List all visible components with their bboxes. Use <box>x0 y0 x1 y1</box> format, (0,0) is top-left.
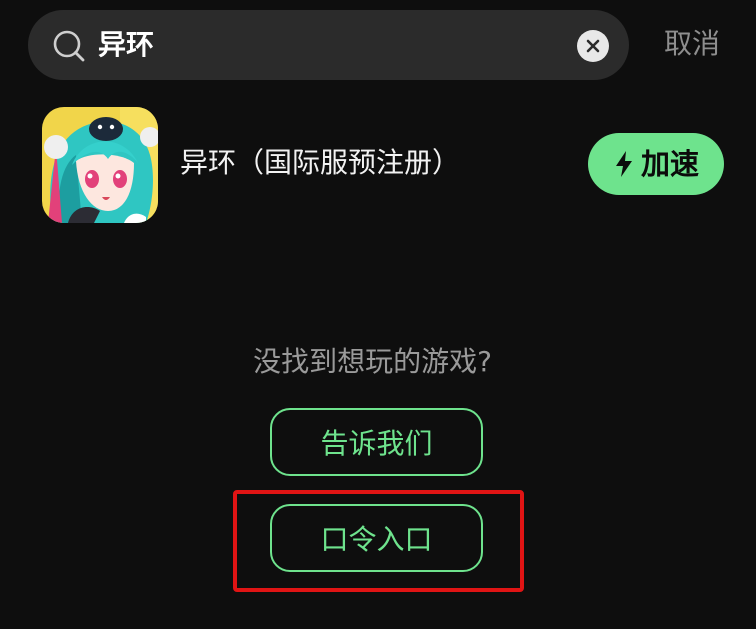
cancel-button[interactable]: 取消 <box>664 22 720 66</box>
clear-search-button[interactable] <box>577 30 609 62</box>
not-found-prompt: 没找到想玩的游戏? <box>253 345 492 378</box>
boost-button-label: 加速 <box>640 147 699 181</box>
search-bar[interactable] <box>28 10 629 80</box>
game-icon[interactable] <box>42 107 158 223</box>
search-input[interactable] <box>98 24 538 66</box>
boost-button[interactable]: 加速 <box>588 133 724 195</box>
close-icon <box>586 39 600 53</box>
tell-us-button[interactable]: 告诉我们 <box>270 408 483 476</box>
game-result-row[interactable]: 异环（国际服预注册） 加速 <box>0 105 756 223</box>
lightning-bolt-icon <box>615 151 632 177</box>
game-title[interactable]: 异环（国际服预注册） <box>180 143 460 183</box>
search-icon <box>53 30 85 62</box>
highlight-annotation-box <box>233 490 524 592</box>
search-results-page: 取消 <box>0 0 756 629</box>
